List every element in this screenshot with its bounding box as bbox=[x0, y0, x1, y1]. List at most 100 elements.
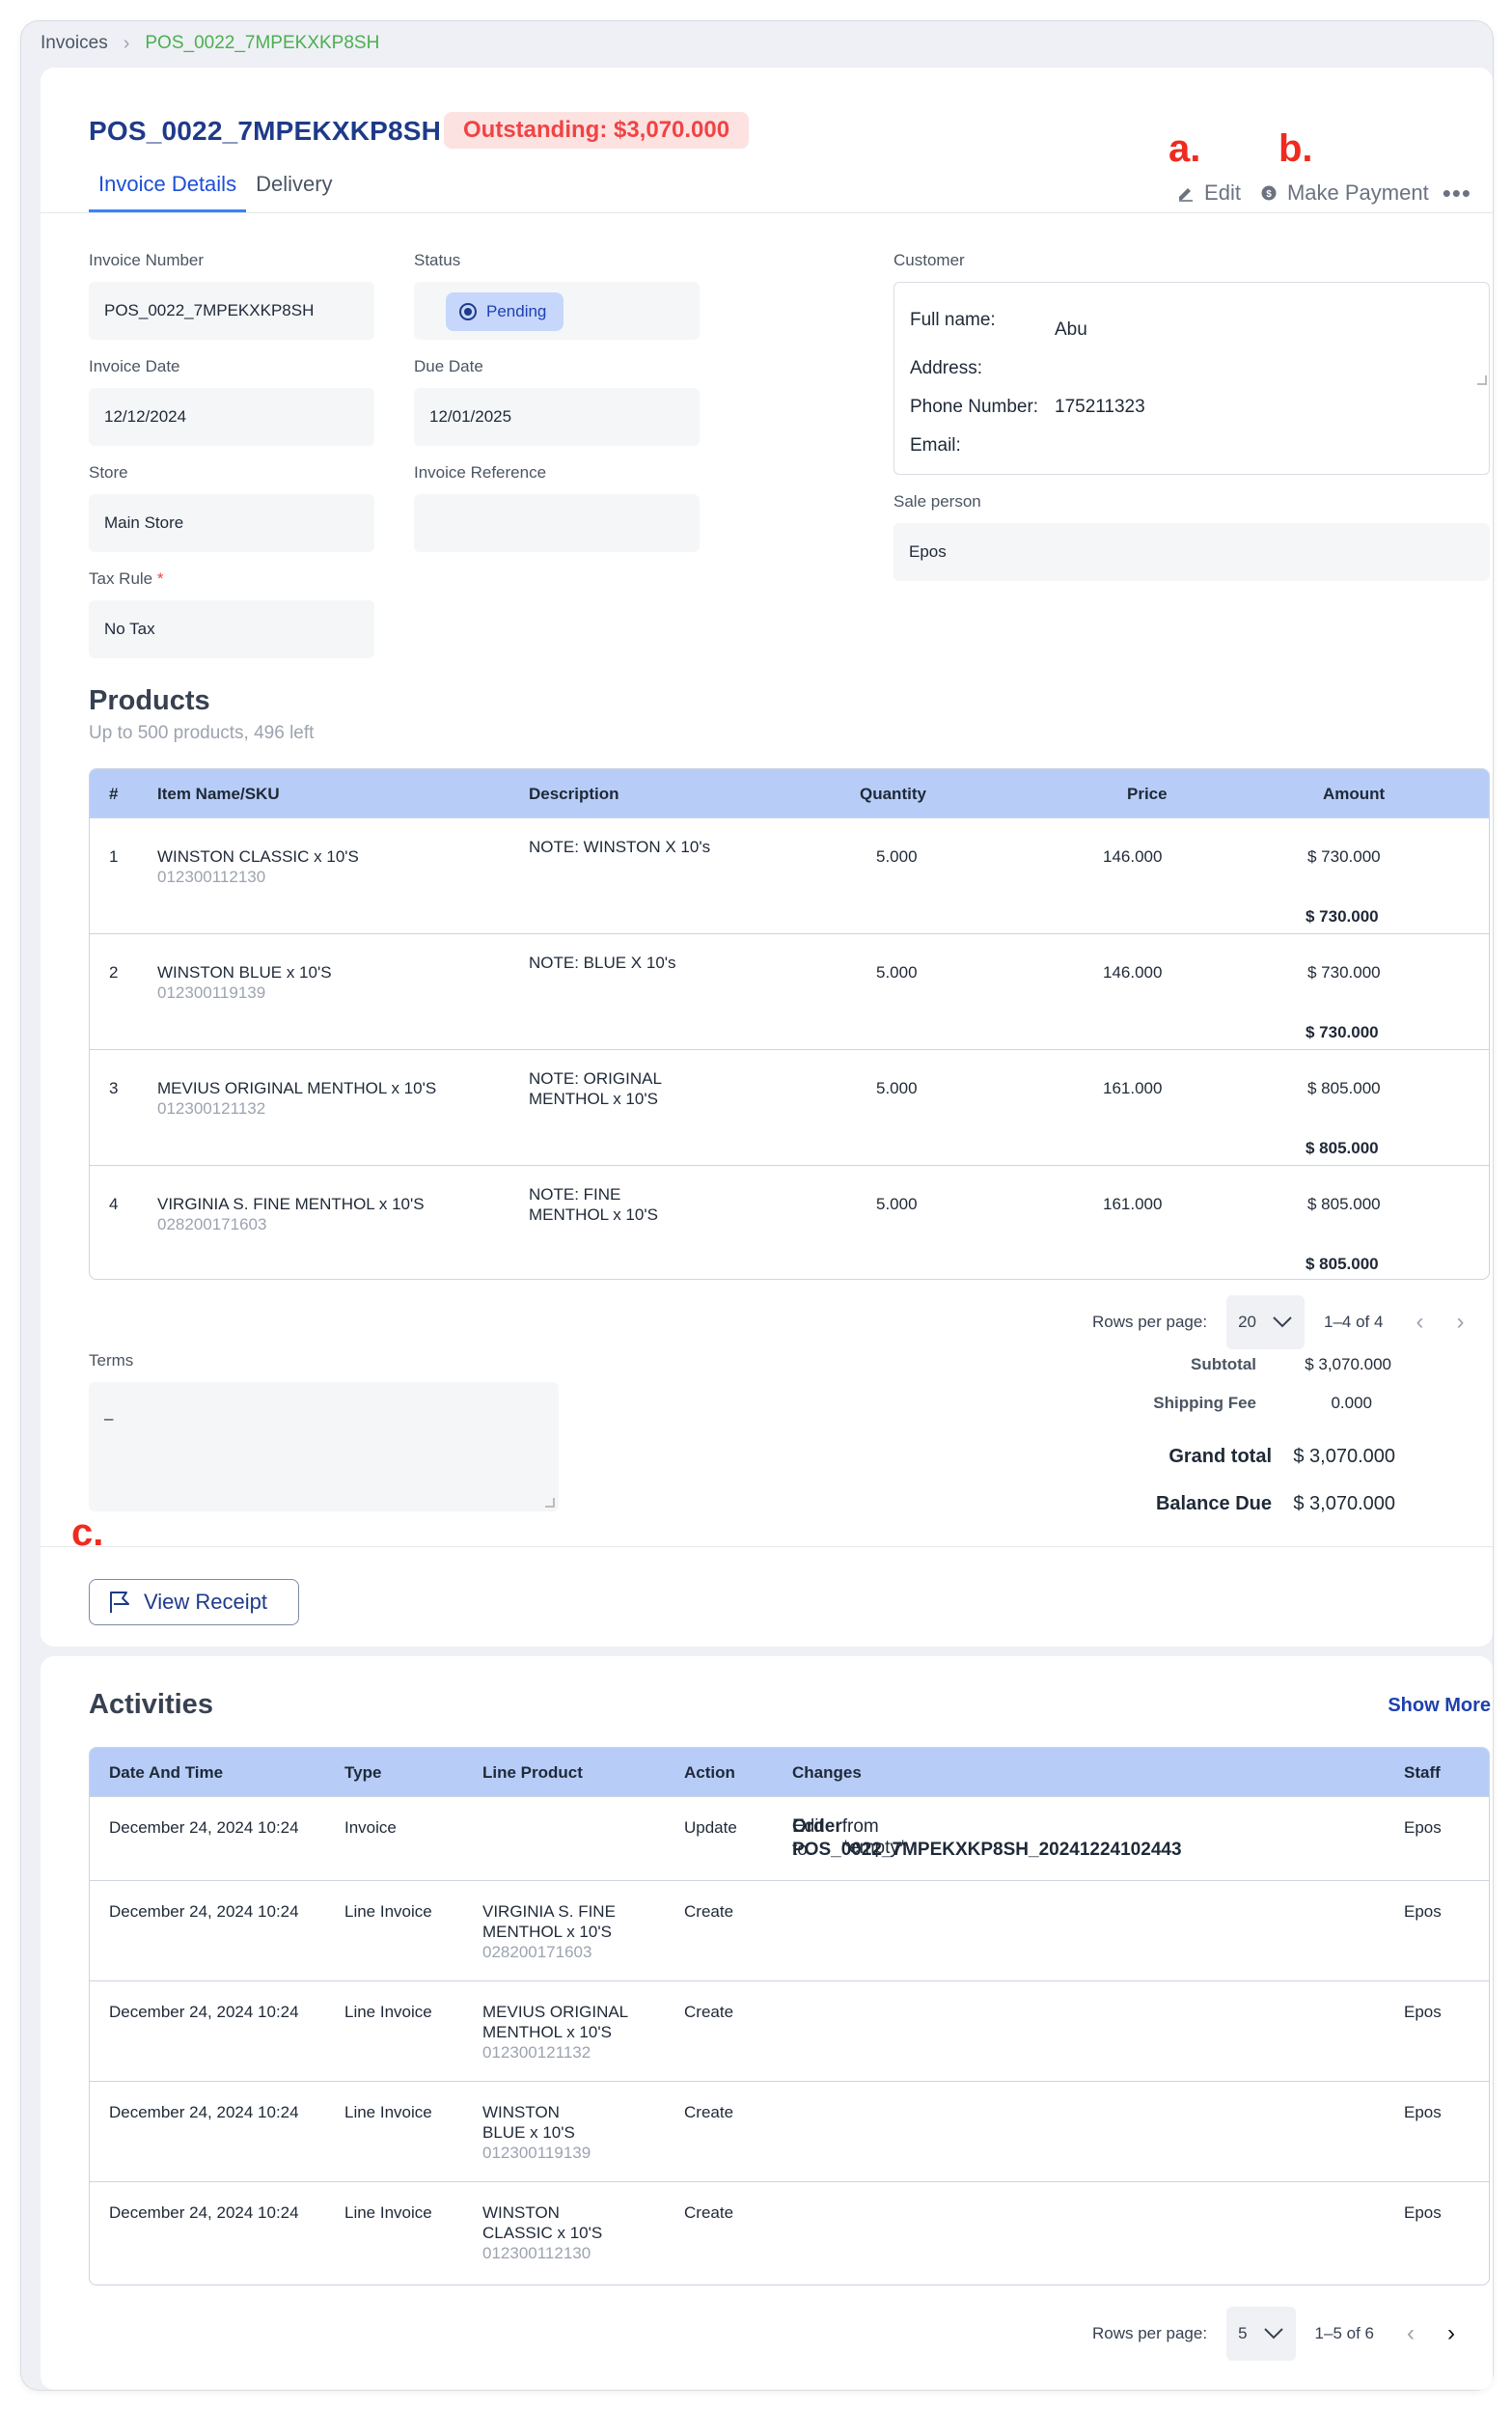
activity-staff: Epos bbox=[1404, 2203, 1442, 2222]
invoice-number-label: Invoice Number bbox=[89, 251, 205, 269]
col-item-name: Item Name/SKU bbox=[157, 785, 280, 803]
item-sku: 028200171603 bbox=[157, 1215, 267, 1233]
item-description: NOTE: ORIGINAL bbox=[529, 1069, 662, 1088]
products-title: Products bbox=[89, 685, 210, 716]
tab-bar: Invoice Details Delivery bbox=[89, 162, 343, 212]
activity-product: MEVIUS ORIGINAL bbox=[482, 2003, 629, 2021]
activity-row[interactable]: December 24, 2024 10:24 Invoice Update E… bbox=[90, 1796, 1489, 1880]
activities-pagination: Rows per page: 5 1–5 of 6 ‹ › bbox=[1092, 2307, 1455, 2361]
activity-action: Create bbox=[684, 2203, 734, 2222]
rows-per-page-label: Rows per page: bbox=[1092, 1313, 1208, 1331]
terms-label: Terms bbox=[89, 1351, 134, 1370]
balance-due-label: Balance Due bbox=[1155, 1493, 1272, 1514]
product-row[interactable]: 2 WINSTON BLUE x 10'S 012300119139 NOTE:… bbox=[90, 933, 1489, 1049]
terms-textarea[interactable]: – bbox=[89, 1382, 559, 1511]
show-more-link[interactable]: Show More bbox=[1388, 1695, 1491, 1717]
row-number: 1 bbox=[109, 847, 119, 866]
activity-row[interactable]: December 24, 2024 10:24 Line Invoice VIR… bbox=[90, 1880, 1489, 1980]
invoice-reference-field[interactable] bbox=[414, 494, 700, 552]
activity-action: Create bbox=[684, 2003, 734, 2021]
more-options-icon[interactable]: ••• bbox=[1443, 179, 1471, 208]
activity-row[interactable]: December 24, 2024 10:24 Line Invoice MEV… bbox=[90, 1980, 1489, 2081]
activity-row[interactable]: December 24, 2024 10:24 Line Invoice WIN… bbox=[90, 2181, 1489, 2282]
next-page-icon[interactable]: › bbox=[1456, 1309, 1464, 1336]
activity-row[interactable]: December 24, 2024 10:24 Line Invoice WIN… bbox=[90, 2081, 1489, 2181]
col-number: # bbox=[109, 785, 119, 803]
activity-product: WINSTON bbox=[482, 2103, 560, 2121]
sale-person-field[interactable]: Epos bbox=[893, 523, 1490, 581]
tax-rule-field[interactable]: No Tax bbox=[89, 600, 374, 658]
item-amount: $ 730.000 bbox=[1307, 847, 1381, 866]
payment-icon: $ bbox=[1261, 185, 1277, 201]
activity-staff: Epos bbox=[1404, 2003, 1442, 2021]
due-date-field[interactable]: 12/01/2025 bbox=[414, 388, 700, 446]
products-subtitle: Up to 500 products, 496 left bbox=[89, 723, 315, 743]
product-row[interactable]: 3 MEVIUS ORIGINAL MENTHOL x 10'S 0123001… bbox=[90, 1049, 1489, 1165]
item-price: 161.000 bbox=[1103, 1195, 1163, 1213]
item-price: 161.000 bbox=[1103, 1079, 1163, 1097]
rows-per-page-select[interactable]: 20 bbox=[1226, 1295, 1305, 1349]
store-field[interactable]: Main Store bbox=[89, 494, 374, 552]
grand-total-label: Grand total bbox=[1168, 1446, 1272, 1467]
activity-action: Create bbox=[684, 1902, 734, 1921]
activity-staff: Epos bbox=[1404, 1818, 1442, 1837]
row-number: 3 bbox=[109, 1079, 119, 1097]
prev-page-icon[interactable]: ‹ bbox=[1416, 1309, 1423, 1336]
invoice-date-field[interactable]: 12/12/2024 bbox=[89, 388, 374, 446]
activity-date: December 24, 2024 10:24 bbox=[109, 2103, 299, 2121]
item-sku: 012300119139 bbox=[157, 983, 266, 1002]
customer-box[interactable]: Full name: Abu Address: Phone Number: 17… bbox=[893, 282, 1490, 475]
col-description: Description bbox=[529, 785, 619, 803]
email-label: Email: bbox=[910, 435, 961, 456]
item-price: 146.000 bbox=[1103, 963, 1163, 982]
invoice-actions: Edit $ Make Payment ••• bbox=[1158, 176, 1471, 210]
activity-changes-to: to POS_0022_7MPEKXKP8SH_20241224102443 bbox=[792, 1840, 1182, 1861]
page-range: 1–4 of 4 bbox=[1324, 1313, 1384, 1331]
full-name-value: Abu bbox=[1055, 319, 1087, 340]
col-type: Type bbox=[344, 1763, 382, 1782]
edit-button[interactable]: Edit bbox=[1177, 180, 1241, 206]
item-total: $ 730.000 bbox=[1306, 1023, 1379, 1041]
status-label: Status bbox=[414, 251, 461, 269]
item-quantity: 5.000 bbox=[876, 1079, 918, 1097]
phone-label: Phone Number: bbox=[910, 397, 1039, 417]
changes-to-prefix: to bbox=[792, 1840, 808, 1860]
shipping-fee-value: 0.000 bbox=[1331, 1394, 1372, 1412]
tab-divider bbox=[41, 212, 1493, 213]
status-pending-chip[interactable]: Pending bbox=[446, 292, 564, 331]
rows-per-page-value: 5 bbox=[1238, 2324, 1248, 2342]
make-payment-button[interactable]: $ Make Payment bbox=[1260, 180, 1429, 206]
shipping-fee-label: Shipping Fee bbox=[1153, 1394, 1256, 1412]
next-page-icon[interactable]: › bbox=[1447, 2320, 1455, 2347]
activities-table-header: Date And Time Type Line Product Action C… bbox=[90, 1748, 1489, 1796]
page-title: POS_0022_7MPEKXKP8SH bbox=[89, 116, 442, 146]
activity-product-line2: BLUE x 10'S bbox=[482, 2123, 575, 2142]
resize-handle-icon[interactable] bbox=[1477, 375, 1487, 385]
chevron-down-icon bbox=[1273, 1316, 1292, 1328]
prev-page-icon[interactable]: ‹ bbox=[1407, 2320, 1415, 2347]
invoice-number-field[interactable]: POS_0022_7MPEKXKP8SH bbox=[89, 282, 374, 340]
activity-type: Line Invoice bbox=[344, 2203, 432, 2222]
annotation-c: c. bbox=[71, 1511, 104, 1554]
resize-handle-icon[interactable] bbox=[545, 1498, 555, 1508]
activity-product-line2: MENTHOL x 10'S bbox=[482, 2023, 612, 2041]
item-amount: $ 805.000 bbox=[1307, 1195, 1381, 1213]
activity-product-sku: 012300119139 bbox=[482, 2144, 591, 2162]
product-row[interactable]: 1 WINSTON CLASSIC x 10'S 012300112130 NO… bbox=[90, 817, 1489, 933]
activity-product-sku: 012300112130 bbox=[482, 2244, 591, 2262]
item-price: 146.000 bbox=[1103, 847, 1163, 866]
tab-delivery[interactable]: Delivery bbox=[246, 162, 342, 212]
phone-value: 175211323 bbox=[1055, 397, 1145, 417]
view-receipt-button[interactable]: View Receipt bbox=[89, 1579, 299, 1625]
activity-product-line2: CLASSIC x 10'S bbox=[482, 2224, 603, 2242]
tab-invoice-details[interactable]: Invoice Details bbox=[89, 162, 247, 212]
radio-selected-icon bbox=[459, 303, 477, 320]
item-name: MEVIUS ORIGINAL MENTHOL x 10'S bbox=[157, 1079, 437, 1097]
receipt-flag-icon bbox=[110, 1592, 129, 1613]
product-row[interactable]: 4 VIRGINIA S. FINE MENTHOL x 10'S 028200… bbox=[90, 1165, 1489, 1279]
annotation-b: b. bbox=[1278, 127, 1313, 170]
item-total: $ 730.000 bbox=[1306, 907, 1379, 926]
rows-per-page-select[interactable]: 5 bbox=[1226, 2307, 1296, 2361]
row-number: 4 bbox=[109, 1195, 119, 1213]
breadcrumb-invoices-link[interactable]: Invoices bbox=[41, 33, 108, 54]
